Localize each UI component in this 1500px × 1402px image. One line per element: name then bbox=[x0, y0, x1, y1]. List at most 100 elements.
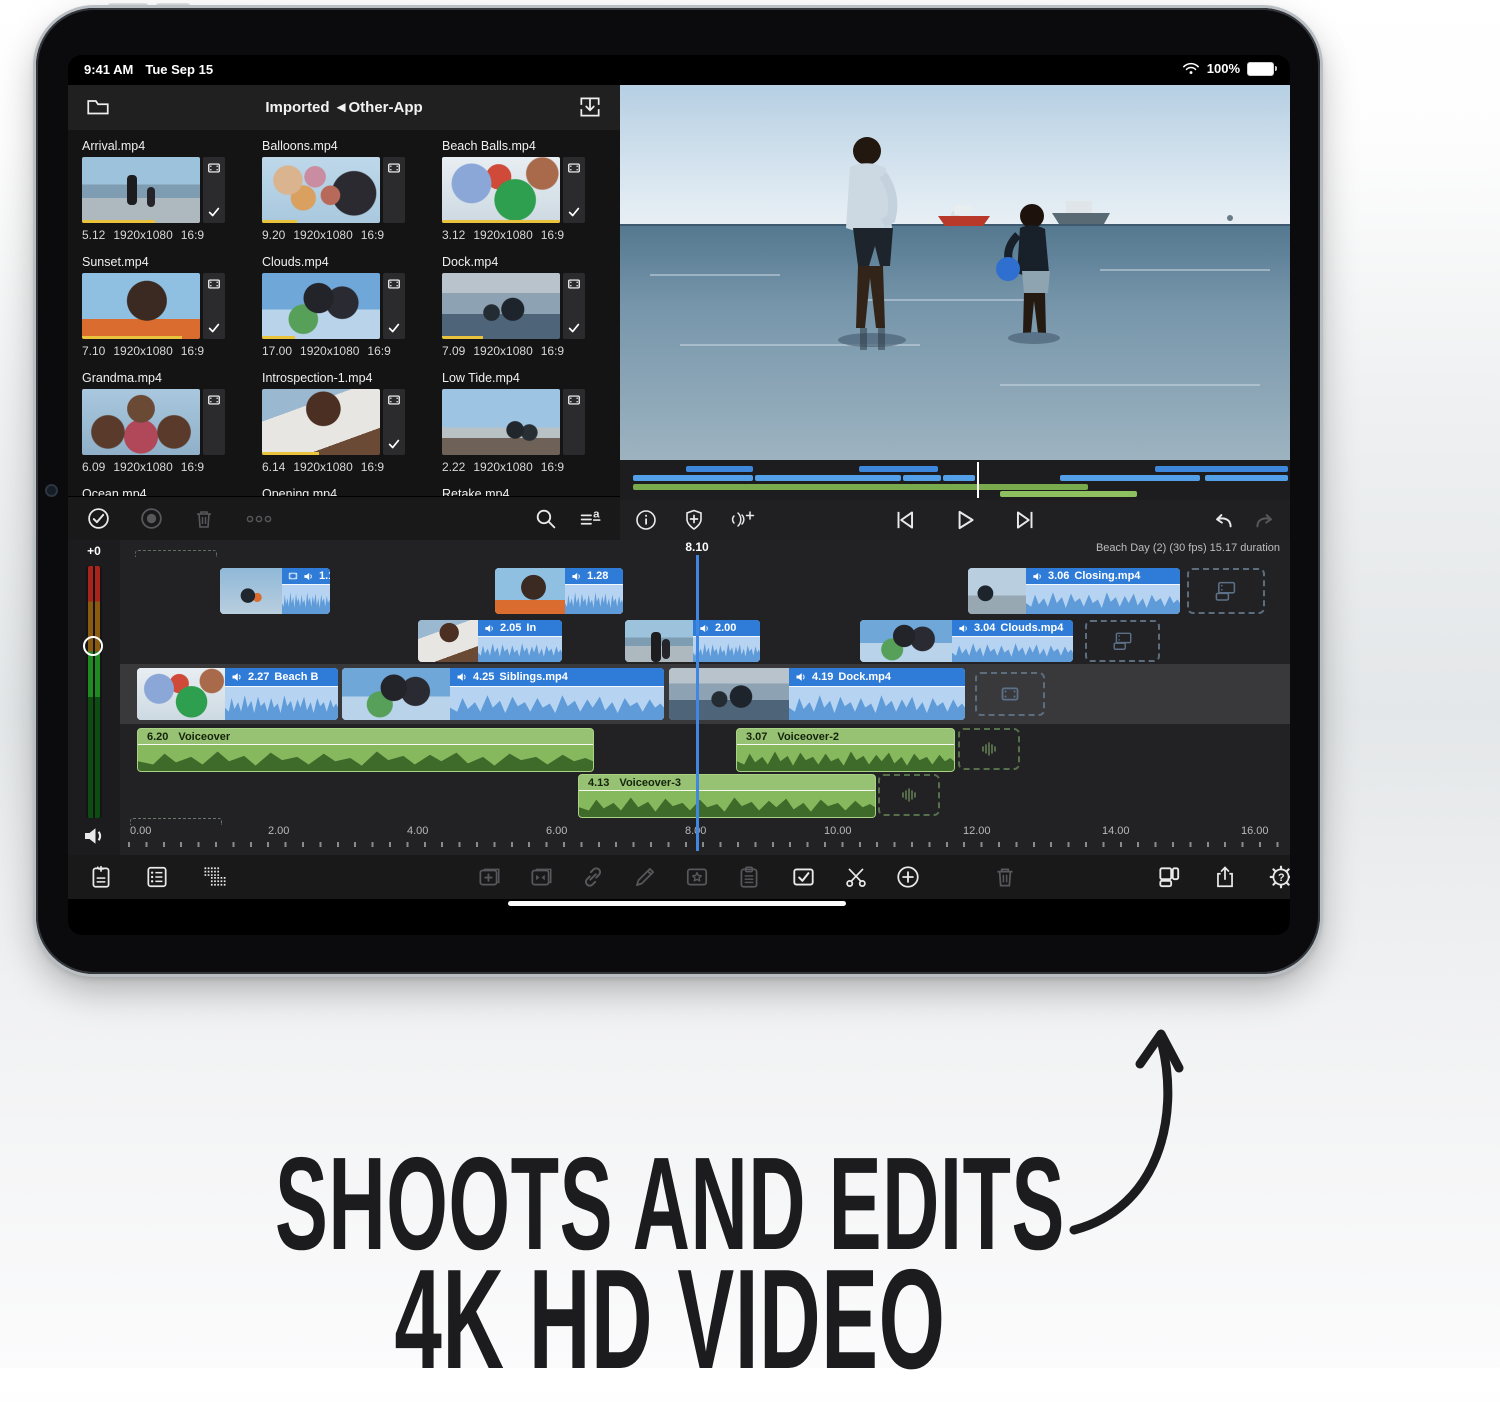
ipad-device: 9:41 AM Tue Sep 15 100% Imported ◄Other-… bbox=[36, 8, 1320, 974]
ruler-label: 6.00 bbox=[546, 825, 567, 837]
video-preview-panel bbox=[620, 85, 1290, 540]
bottom-toolbar bbox=[68, 855, 1290, 899]
layout-button[interactable] bbox=[1156, 864, 1182, 890]
timeline-clip-voiceover[interactable]: 6.20Voiceover bbox=[137, 728, 594, 772]
speaker-icon bbox=[231, 671, 243, 683]
skip-forward-button[interactable] bbox=[1012, 507, 1038, 533]
timeline-clip-beach-balls[interactable]: 2.27Beach B bbox=[137, 668, 338, 720]
more-options-icon[interactable] bbox=[244, 507, 274, 531]
timeline-ruler[interactable]: 0.00 2.00 4.00 6.00 8.00 10.00 12.00 14.… bbox=[120, 822, 1290, 852]
clip-metadata: 7.091920x108016:9 bbox=[442, 344, 606, 358]
audio-mixer-button[interactable] bbox=[200, 864, 230, 890]
playhead-time: 8.10 bbox=[685, 540, 708, 554]
info-icon[interactable] bbox=[634, 508, 658, 532]
clip-side-rail bbox=[203, 273, 225, 339]
playhead[interactable] bbox=[696, 555, 699, 851]
media-clip-item[interactable]: Dock.mp4 7.091920x108016:9 bbox=[442, 255, 606, 358]
speaker-icon bbox=[571, 571, 582, 582]
speaker-icon[interactable] bbox=[82, 824, 106, 848]
import-button[interactable] bbox=[576, 94, 604, 120]
library-toolbar bbox=[68, 496, 620, 540]
sort-icon[interactable] bbox=[578, 506, 604, 531]
share-export-button[interactable] bbox=[1212, 864, 1238, 890]
storyboard-button[interactable] bbox=[144, 864, 170, 890]
media-badge-icon bbox=[567, 393, 581, 407]
skip-back-button[interactable] bbox=[892, 507, 918, 533]
timeline-clip-voiceover-3[interactable]: 4.13Voiceover-3 bbox=[578, 774, 876, 818]
clip-filename: Grandma.mp4 bbox=[82, 371, 246, 385]
clip-thumbnail[interactable] bbox=[442, 273, 560, 339]
media-clip-item[interactable]: Grandma.mp4 6.091920x108016:9 bbox=[82, 371, 246, 474]
media-badge-icon bbox=[207, 277, 221, 291]
media-clip-item[interactable]: Low Tide.mp4 2.221920x108016:9 bbox=[442, 371, 606, 474]
transition-button[interactable] bbox=[528, 864, 554, 890]
clipboard-button[interactable] bbox=[736, 864, 762, 890]
link-clips-button[interactable] bbox=[580, 864, 606, 890]
timeline-clip-siblings[interactable]: 4.25Siblings.mp4 bbox=[342, 668, 664, 720]
overview-playhead[interactable] bbox=[977, 462, 979, 498]
clip-filename: Introspection-1.mp4 bbox=[262, 371, 426, 385]
delete-clip-button[interactable] bbox=[992, 864, 1018, 890]
preview-frame[interactable] bbox=[620, 85, 1290, 460]
timeline-clip-voiceover-2[interactable]: 3.07Voiceover-2 bbox=[736, 728, 955, 772]
source-folder-button[interactable] bbox=[84, 94, 112, 120]
timeline-clip-clouds[interactable]: 3.04Clouds.mp4 bbox=[860, 620, 1073, 662]
split-scissors-button[interactable] bbox=[843, 864, 869, 890]
timeline-clip-dock[interactable]: 4.19Dock.mp4 bbox=[669, 668, 965, 720]
edit-pencil-button[interactable] bbox=[632, 864, 658, 890]
clip-thumbnail[interactable] bbox=[262, 157, 380, 223]
timeline-clip-introspection[interactable]: 2.05In bbox=[418, 620, 562, 662]
add-marker-icon[interactable] bbox=[682, 508, 706, 532]
add-clip-button[interactable] bbox=[476, 864, 502, 890]
timeline-canvas[interactable]: 8.10 Beach Day (2) (30 fps) 15.17 durati… bbox=[120, 540, 1290, 855]
media-clip-item[interactable]: Introspection-1.mp4 6.141920x108016:9 bbox=[262, 371, 426, 474]
media-clip-item[interactable]: Sunset.mp4 7.101920x108016:9 bbox=[82, 255, 246, 358]
clip-check-icon bbox=[387, 321, 401, 335]
library-header: Imported ◄Other-App bbox=[68, 85, 620, 130]
effects-star-button[interactable] bbox=[684, 864, 710, 890]
media-clip-item[interactable]: Beach Balls.mp4 3.121920x108016:9 bbox=[442, 139, 606, 242]
add-project-button[interactable] bbox=[88, 864, 114, 890]
record-button[interactable] bbox=[139, 506, 164, 531]
clip-thumbnail[interactable] bbox=[442, 389, 560, 455]
clip-thumbnail[interactable] bbox=[82, 389, 200, 455]
home-indicator[interactable] bbox=[508, 901, 846, 906]
media-badge-icon bbox=[207, 161, 221, 175]
clip-metadata: 9.201920x108016:9 bbox=[262, 228, 426, 242]
volume-knob[interactable] bbox=[83, 636, 103, 656]
clip-thumbnail[interactable] bbox=[82, 157, 200, 223]
timeline-clip-untitled[interactable]: 2.00 bbox=[625, 620, 760, 662]
video-drop-target[interactable] bbox=[975, 672, 1045, 716]
multi-select-button[interactable] bbox=[86, 506, 111, 531]
play-button[interactable] bbox=[952, 507, 978, 533]
video-drop-target[interactable] bbox=[1187, 568, 1265, 614]
media-grid: Arrival.mp4 5.121920x108016:9 bbox=[68, 137, 620, 497]
clip-metadata: 6.141920x108016:9 bbox=[262, 460, 426, 474]
media-clip-item[interactable]: Balloons.mp4 9.201920x108016:9 bbox=[262, 139, 426, 242]
clip-check-icon bbox=[207, 205, 221, 219]
clip-metadata: 5.121920x108016:9 bbox=[82, 228, 246, 242]
clip-thumbnail[interactable] bbox=[262, 273, 380, 339]
settings-help-button[interactable] bbox=[1268, 864, 1290, 890]
media-clip-item[interactable]: Arrival.mp4 5.121920x108016:9 bbox=[82, 139, 246, 242]
redo-button[interactable] bbox=[1252, 508, 1278, 534]
video-drop-target[interactable] bbox=[1085, 620, 1160, 662]
battery-percent: 100% bbox=[1207, 61, 1240, 76]
undo-button[interactable] bbox=[1210, 508, 1236, 534]
timeline-overview[interactable] bbox=[620, 460, 1290, 500]
add-audio-ducking-icon[interactable] bbox=[730, 508, 756, 532]
media-clip-item[interactable]: Clouds.mp4 17.001920x108016:9 bbox=[262, 255, 426, 358]
trash-button[interactable] bbox=[192, 507, 216, 531]
timeline-clip-sunset[interactable]: 1.28 bbox=[495, 568, 623, 614]
timeline-clip-opening[interactable]: 1.19Oper bbox=[220, 568, 330, 614]
audio-drop-target[interactable] bbox=[878, 774, 940, 816]
clip-thumbnail[interactable] bbox=[442, 157, 560, 223]
search-icon[interactable] bbox=[533, 506, 558, 531]
add-circle-button[interactable] bbox=[895, 864, 921, 890]
clip-thumbnail[interactable] bbox=[262, 389, 380, 455]
clip-thumbnail[interactable] bbox=[82, 273, 200, 339]
select-clips-button[interactable] bbox=[790, 864, 817, 890]
audio-drop-target[interactable] bbox=[958, 728, 1020, 770]
clip-side-rail bbox=[563, 389, 585, 455]
timeline-clip-closing[interactable]: 3.06Closing.mp4 bbox=[968, 568, 1180, 614]
